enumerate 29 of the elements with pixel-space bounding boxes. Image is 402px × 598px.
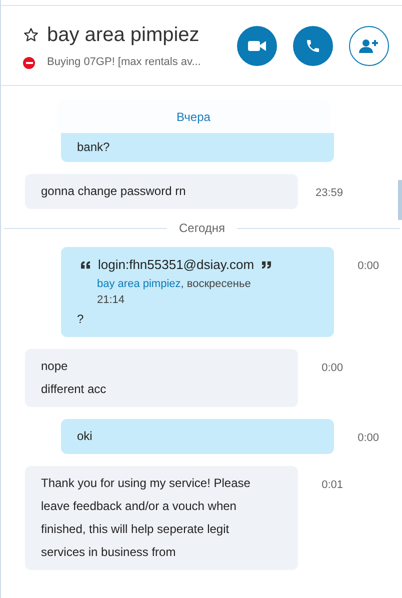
message-time: 0:00 xyxy=(358,259,379,274)
quoted-text: login:fhn55351@dsiay.com xyxy=(98,256,254,274)
chat-title: bay area pimpiez xyxy=(47,23,200,48)
add-person-icon xyxy=(359,38,379,54)
message-time: 0:01 xyxy=(322,478,343,493)
message-text: gonna change password rn xyxy=(41,183,187,200)
scrollbar-thumb[interactable] xyxy=(398,180,402,220)
video-camera-icon xyxy=(248,40,266,52)
quote-close-icon xyxy=(262,260,272,268)
message-text: Thank you for using my service! Please leave feedback and/or a vouch when finished, this will help seperate legit services in business from xyxy=(41,475,252,561)
message-time: 23:59 xyxy=(315,186,343,201)
mood-message: Buying 07GP! [max rentals av... xyxy=(47,55,201,70)
date-divider-label: Сегодня xyxy=(179,220,225,237)
message-text: ? xyxy=(77,311,85,328)
call-button[interactable] xyxy=(293,26,333,66)
add-contact-button[interactable] xyxy=(349,26,389,66)
message-time: 0:00 xyxy=(358,431,379,446)
phone-icon xyxy=(305,38,321,54)
date-label: Вчера xyxy=(176,108,210,126)
quote-time: 21:14 xyxy=(96,293,125,308)
message-text: nope xyxy=(41,358,69,375)
quote-source: bay area pimpiez, воскресенье xyxy=(96,277,252,292)
message-text: oki xyxy=(77,428,94,445)
message-text: bank? xyxy=(77,139,111,156)
video-call-button[interactable] xyxy=(237,26,277,66)
quote-open-icon xyxy=(81,260,90,268)
message-time: 0:00 xyxy=(322,361,343,376)
message-text: different acc xyxy=(41,381,108,398)
star-icon[interactable] xyxy=(23,27,39,44)
